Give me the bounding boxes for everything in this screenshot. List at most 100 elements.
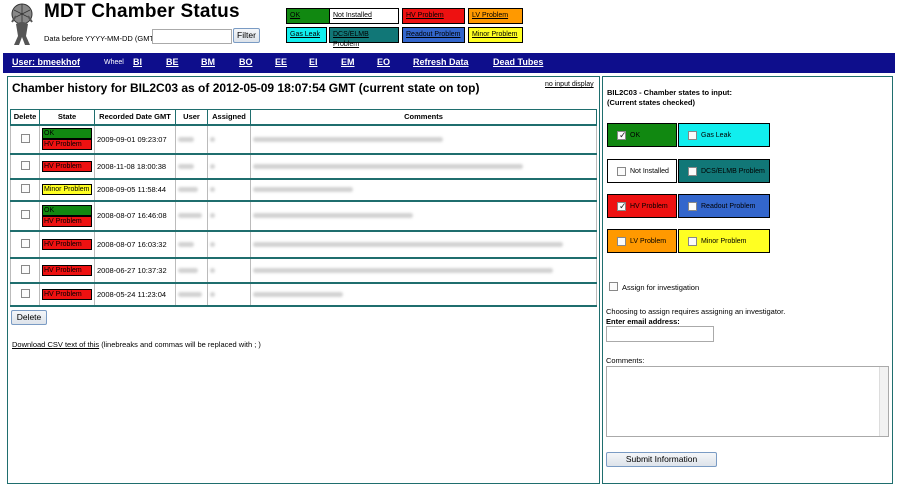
state-ok-tag: OK (42, 128, 92, 139)
nav-wheel-ee[interactable]: EE (275, 57, 287, 67)
table-row: HV Problem 2008-08-07 16:03:32 (10, 229, 597, 259)
recorded-date: 2008-06-27 10:37:32 (94, 256, 176, 284)
assigned-redacted (210, 213, 215, 218)
nav-wheel-be[interactable]: BE (166, 57, 179, 67)
comments-label: Comments: (606, 356, 645, 365)
refresh-data-link[interactable]: Refresh Data (413, 57, 469, 67)
filter-button[interactable]: Filter (233, 28, 260, 43)
comment-redacted (253, 291, 343, 297)
history-table: Delete State Recorded Date GMT User Assi… (10, 109, 597, 307)
state-option-minor-problem[interactable]: Minor Problem (678, 229, 770, 253)
state-option-not-installed[interactable]: Not Installed (607, 159, 677, 183)
state-option-gas-leak[interactable]: Gas Leak (678, 123, 770, 147)
dead-tubes-link[interactable]: Dead Tubes (493, 57, 543, 67)
nav-user-link[interactable]: User: bmeekhof (12, 57, 80, 67)
date-filter-input[interactable] (152, 29, 232, 44)
recorded-date: 2008-11-08 18:00:38 (94, 152, 176, 180)
state-checkbox-hv-problem[interactable]: ✓ (617, 201, 627, 211)
state-checkbox-readout-problem[interactable] (688, 202, 697, 211)
column-comments: Comments (250, 109, 597, 125)
assigned-redacted (210, 187, 215, 192)
page-title: MDT Chamber Status (44, 1, 240, 22)
state-checkbox-ok[interactable]: ✓ (617, 130, 627, 140)
state-minor-tag: Minor Problem (42, 184, 92, 195)
nav-wheel-bi[interactable]: BI (133, 57, 142, 67)
state-input-title-line2: (Current states checked) (607, 98, 695, 107)
state-option-label: OK (630, 132, 641, 139)
comment-redacted (253, 241, 563, 247)
delete-checkbox[interactable] (20, 288, 30, 298)
comments-scrollbar[interactable] (879, 367, 888, 436)
assigned-redacted (210, 267, 215, 273)
table-row: HV Problem 2008-06-27 10:37:32 (10, 256, 597, 284)
nav-bar: User: bmeekhof Wheel BI BE BM BO EE EI E… (3, 53, 895, 73)
nav-wheel-eo[interactable]: EO (377, 57, 390, 67)
nav-wheel-bm[interactable]: BM (201, 57, 215, 67)
history-title: Chamber history for BIL2C03 as of 2012-0… (12, 81, 480, 95)
table-row: Minor Problem 2008-09-05 11:58:44 (10, 177, 597, 202)
state-input-title-line1: BIL2C03 - Chamber states to input: (607, 88, 733, 97)
assigned-redacted (210, 241, 215, 247)
nav-wheel-bo[interactable]: BO (239, 57, 253, 67)
checkmark-icon: ✓ (619, 201, 627, 211)
table-row: HV Problem 2008-11-08 18:00:38 (10, 152, 597, 180)
state-input-title: BIL2C03 - Chamber states to input: (Curr… (607, 88, 732, 108)
column-user: User (175, 109, 208, 125)
table-row: OK HV Problem 2009-09-01 09:23:07 (10, 123, 597, 155)
state-checkbox-gas-leak[interactable] (688, 131, 697, 140)
user-redacted (178, 163, 194, 169)
atlas-logo-icon (11, 3, 33, 45)
state-option-readout-problem[interactable]: Readout Problem (678, 194, 770, 218)
state-checkbox-not-installed[interactable] (617, 167, 626, 176)
state-option-label: DCS/ELMB Problem (701, 168, 765, 175)
nav-wheel-ei[interactable]: EI (309, 57, 318, 67)
column-delete: Delete (10, 109, 40, 125)
legend-not-installed[interactable]: Not Installed (329, 8, 399, 24)
submit-information-button[interactable]: Submit Information (606, 452, 717, 467)
legend-gas-leak[interactable]: Gas Leak (286, 27, 327, 43)
assigned-redacted (210, 136, 215, 142)
state-hv-tag: HV Problem (42, 264, 92, 276)
download-csv-link[interactable]: Download CSV text of this (12, 340, 99, 349)
assign-investigation-checkbox[interactable] (609, 282, 618, 291)
state-option-label: Readout Problem (701, 203, 756, 210)
assign-instructions-line1: Choosing to assign requires assigning an… (606, 307, 786, 316)
state-option-lv-problem[interactable]: LV Problem (607, 229, 677, 253)
delete-checkbox[interactable] (20, 160, 30, 170)
history-header-row: Delete State Recorded Date GMT User Assi… (10, 109, 597, 125)
no-input-display-link[interactable]: no input display (545, 81, 594, 88)
legend-dcs-elmb-problem[interactable]: DCS/ELMB Problem (329, 27, 399, 48)
comment-redacted (253, 187, 353, 192)
delete-checkbox[interactable] (20, 210, 30, 219)
delete-checkbox[interactable] (20, 238, 30, 248)
legend-hv-problem[interactable]: HV Problem (402, 8, 465, 24)
state-checkbox-dcs-elmb[interactable] (688, 167, 697, 176)
delete-checkbox[interactable] (20, 133, 30, 143)
state-checkbox-minor-problem[interactable] (688, 237, 697, 246)
email-field[interactable] (606, 326, 714, 342)
recorded-date: 2009-09-01 09:23:07 (94, 123, 176, 155)
comments-textarea[interactable] (606, 366, 889, 437)
state-hv-tag: HV Problem (42, 160, 92, 172)
comment-redacted (253, 136, 443, 142)
state-option-dcs-elmb[interactable]: DCS/ELMB Problem (678, 159, 770, 183)
comment-redacted (253, 213, 413, 218)
state-checkbox-lv-problem[interactable] (617, 237, 626, 246)
delete-checkbox[interactable] (20, 264, 30, 274)
delete-button[interactable]: Delete (11, 310, 47, 325)
delete-checkbox[interactable] (20, 184, 30, 193)
state-option-label: Not Installed (630, 168, 669, 175)
state-hv-tag: HV Problem (42, 215, 92, 227)
state-option-hv-problem[interactable]: ✓ HV Problem (607, 194, 677, 218)
legend-lv-problem[interactable]: LV Problem (468, 8, 523, 24)
nav-wheel-em[interactable]: EM (341, 57, 355, 67)
assigned-redacted (210, 163, 215, 169)
state-option-label: LV Problem (630, 238, 667, 245)
legend-readout-problem[interactable]: Readout Problem (402, 27, 465, 43)
csv-line: Download CSV text of this (linebreaks an… (12, 340, 261, 349)
column-state: State (39, 109, 95, 125)
state-option-label: Minor Problem (701, 238, 747, 245)
legend-minor-problem[interactable]: Minor Problem (468, 27, 523, 43)
state-option-ok[interactable]: ✓ OK (607, 123, 677, 147)
state-hv-tag: HV Problem (42, 288, 92, 300)
